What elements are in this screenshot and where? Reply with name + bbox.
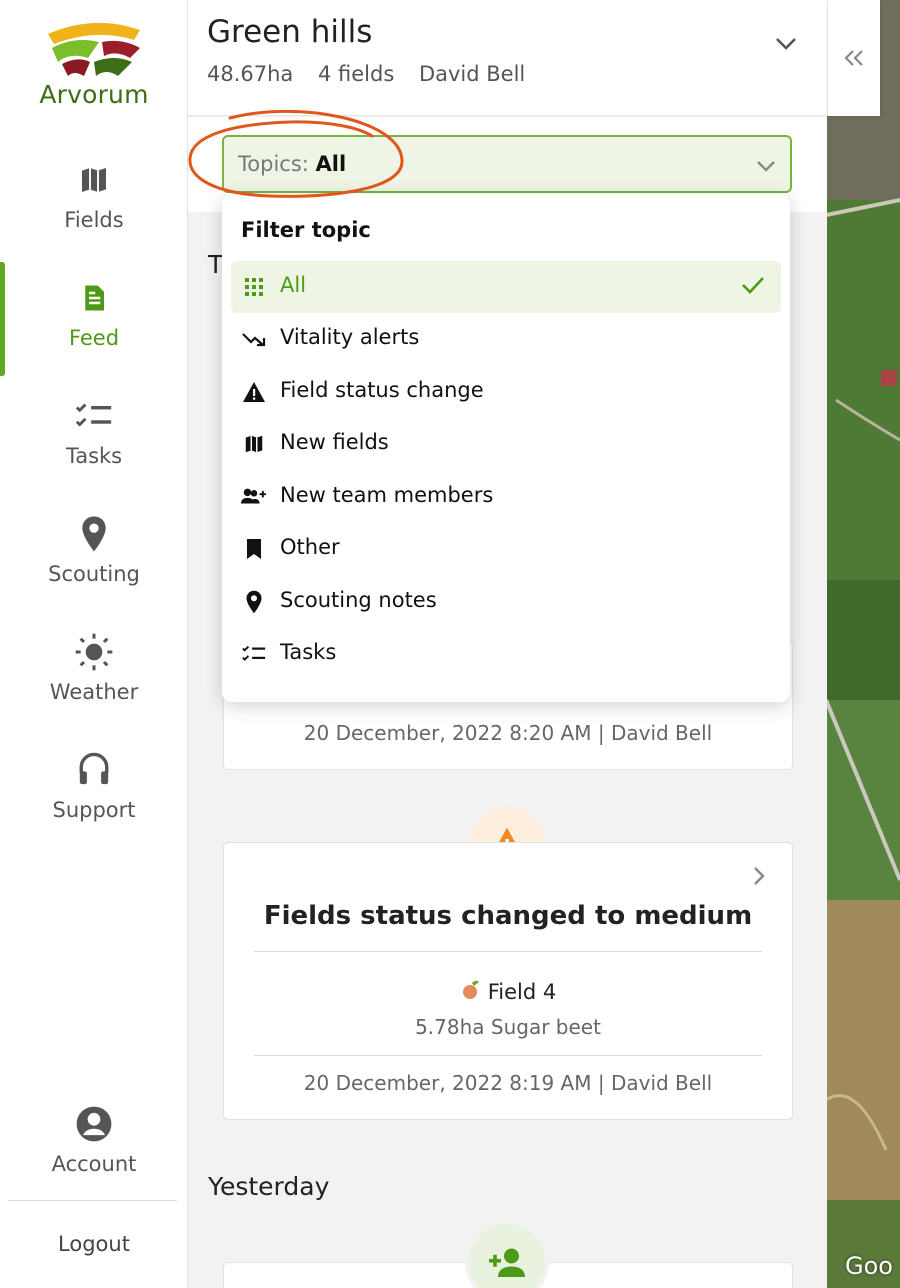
collapse-panel-button[interactable] (827, 0, 880, 116)
feed-card-meta: 20 December, 2022 8:19 AM | David Bell (303, 1071, 713, 1095)
nav-label: Scouting (48, 562, 140, 586)
topic-option-label: New team members (280, 483, 494, 507)
logo-mark-icon (48, 22, 140, 76)
checkmark-icon (741, 275, 765, 299)
document-icon (85, 285, 104, 311)
nav-label: Feed (68, 326, 120, 350)
topic-option-all[interactable]: All (231, 261, 781, 313)
chevron-right-icon (752, 865, 766, 891)
sugar-beet-icon (460, 979, 482, 1006)
map-pin-icon (82, 516, 106, 552)
map-pin-icon (246, 590, 262, 614)
trending-down-icon (242, 333, 266, 347)
sidebar: Arvorum Fields Feed Tasks Scouting Weath… (0, 0, 188, 1288)
topic-option-label: Scouting notes (280, 588, 437, 612)
nav-fields[interactable]: Fields (0, 160, 188, 270)
dropdown-title: Filter topic (241, 218, 371, 242)
topic-option-tasks[interactable]: Tasks (231, 628, 781, 680)
bookmark-icon (247, 539, 261, 559)
nav-tasks[interactable]: Tasks (0, 396, 188, 506)
topic-option-label: Tasks (280, 640, 337, 664)
nav-label: Weather (49, 680, 139, 704)
nav-weather[interactable]: Weather (0, 632, 188, 742)
checklist-icon (75, 403, 112, 427)
person-add-icon (489, 1248, 525, 1277)
arvorum-logo[interactable]: Arvorum (30, 18, 158, 118)
farm-header[interactable]: Green hills 48.67ha 4 fields David Bell (188, 0, 827, 116)
topic-option-label: Vitality alerts (280, 325, 420, 349)
farm-fields-count: 4 fields (317, 62, 395, 86)
new-member-badge (465, 1220, 549, 1288)
nav-support[interactable]: Support (0, 750, 188, 860)
topic-option-label: All (280, 273, 307, 297)
topic-option-field-status-change[interactable]: Field status change (231, 366, 781, 418)
topic-option-other[interactable]: Other (231, 523, 781, 575)
headset-icon (79, 752, 109, 785)
map-credit: Goo (845, 1252, 893, 1280)
nav-label: Tasks (65, 444, 123, 468)
farm-meta: 48.67ha 4 fields David Bell (207, 62, 543, 86)
nav-label: Fields (64, 208, 124, 232)
topic-filter-prefix: Topics: (238, 152, 309, 176)
divider (8, 1200, 177, 1201)
farm-switcher-chevron-icon[interactable] (775, 36, 797, 55)
grid-icon (245, 278, 263, 296)
section-heading-yesterday: Yesterday (208, 1172, 330, 1201)
topic-option-scouting-notes[interactable]: Scouting notes (231, 576, 781, 628)
logo-text: Arvorum (39, 80, 149, 109)
double-chevron-left-icon (844, 50, 863, 66)
farm-title: Green hills (207, 14, 373, 50)
topic-option-label: Other (280, 535, 340, 559)
topic-filter-value: All (315, 152, 347, 176)
topic-option-new-team-members[interactable]: New team members (231, 471, 781, 523)
feed-card-field-name: Field 4 (487, 980, 557, 1004)
chevron-down-icon (756, 157, 776, 176)
topic-option-label: New fields (280, 430, 389, 454)
nav-label: Account (51, 1152, 137, 1176)
map-icon (245, 435, 263, 453)
topic-filter-label: Topics: All (238, 152, 346, 176)
feed-card-meta: 20 December, 2022 8:20 AM | David Bell (303, 721, 713, 745)
nav-account[interactable]: Account (0, 1104, 188, 1214)
section-heading-today: T (208, 250, 224, 279)
feed-card-status-change[interactable]: Fields status changed to medium Field 4 … (223, 842, 793, 1120)
nav-scouting[interactable]: Scouting (0, 514, 188, 624)
topic-option-vitality-alerts[interactable]: Vitality alerts (231, 313, 781, 365)
logout-button[interactable]: Logout (0, 1232, 188, 1256)
topic-option-new-fields[interactable]: New fields (231, 418, 781, 470)
sun-icon (75, 633, 113, 671)
person-add-icon (241, 488, 267, 504)
topic-option-label: Field status change (280, 378, 484, 402)
divider (254, 1055, 762, 1056)
map-icon (82, 168, 106, 192)
nav-feed[interactable]: Feed (0, 278, 188, 388)
farm-owner: David Bell (418, 62, 526, 86)
map-imagery (826, 0, 900, 1288)
feed-card-field: Field 4 (224, 979, 792, 1006)
warning-icon (243, 382, 265, 402)
topic-filter-select[interactable]: Topics: All (222, 135, 792, 193)
account-circle-icon (76, 1106, 112, 1142)
satellite-map[interactable] (826, 0, 900, 1288)
feed-card-field-details: 5.78ha Sugar beet (415, 1015, 601, 1039)
checklist-icon (242, 645, 266, 661)
farm-area: 48.67ha (207, 62, 294, 86)
nav-label: Support (52, 798, 136, 822)
feed-card-title: Fields status changed to medium (263, 901, 753, 931)
divider (254, 951, 762, 952)
topic-filter-dropdown: Filter topic All Vitality alerts Field s… (222, 194, 790, 702)
